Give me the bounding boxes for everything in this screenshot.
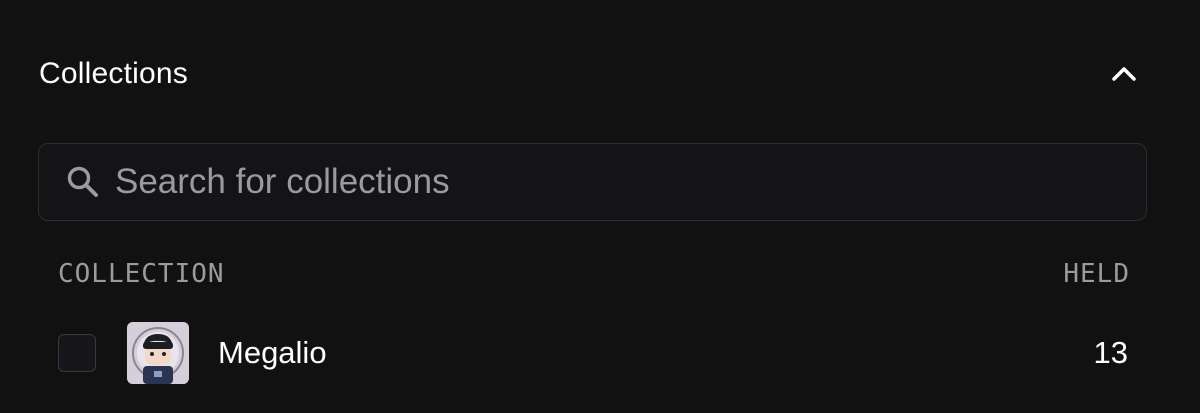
column-header-held[interactable]: HELD xyxy=(1063,259,1130,289)
held-count: 13 xyxy=(1093,335,1128,370)
row-checkbox[interactable] xyxy=(58,334,96,372)
table-row[interactable]: Megalio 13 xyxy=(58,322,1130,384)
search-icon xyxy=(65,164,101,200)
panel-title: Collections xyxy=(39,57,188,90)
column-header-collection[interactable]: COLLECTION xyxy=(58,259,225,289)
search-input[interactable] xyxy=(101,151,1146,213)
collections-header[interactable]: Collections xyxy=(39,52,1150,96)
collection-avatar xyxy=(127,322,189,384)
table-header: COLLECTION HELD xyxy=(58,256,1130,292)
collection-name: Megalio xyxy=(218,335,327,370)
collections-panel: Collections COLLECTION HELD xyxy=(0,0,1200,413)
chevron-up-icon[interactable] xyxy=(1108,58,1140,90)
search-box[interactable] xyxy=(38,143,1147,221)
